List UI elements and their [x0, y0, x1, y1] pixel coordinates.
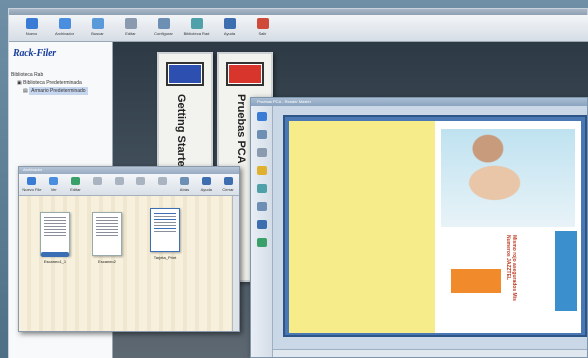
library-icon [190, 18, 203, 29]
folder-toolbar: Nuevo File Ver Editar Atrás Ayuda Cerrar [19, 174, 239, 196]
page-left[interactable] [289, 121, 435, 333]
folder-toolbar-label: Cerrar [222, 187, 234, 192]
zoom-icon[interactable] [256, 130, 267, 139]
folder-toolbar-button[interactable]: Cerrar [217, 174, 239, 195]
toolbar-button-label: Buscar [91, 31, 104, 36]
toolbar-icon [158, 177, 168, 185]
folder-toolbar-button[interactable]: Ver [43, 174, 65, 195]
reader-window: Pruebas PCA - Reader Master Mismo rojo a… [250, 97, 588, 358]
ad-side-panel [555, 231, 577, 311]
folder-toolbar-button[interactable]: Editar [65, 174, 87, 195]
folder-toolbar-button[interactable]: Ayuda [195, 174, 217, 195]
crop-icon[interactable] [256, 202, 267, 211]
toolbar-button-label: Ayuda [223, 31, 236, 36]
folder-content: Escaneo1_1 Escaneo2 Tarjeta_Print [19, 196, 239, 331]
export-icon[interactable] [256, 220, 267, 229]
tree-item-label: Armario Predeterminado [29, 87, 88, 95]
document-item[interactable]: Escaneo2 [89, 212, 125, 264]
document-item[interactable]: Tarjeta_Print [147, 208, 183, 260]
toolbar-button-exit[interactable]: Salir [246, 15, 279, 41]
toolbar-button-label: Salir [258, 31, 267, 36]
toolbar-button-archive[interactable]: Archivador [48, 15, 81, 41]
toolbar-icon [114, 177, 124, 185]
ad-orange-box [451, 269, 501, 293]
library-tree: Biblioteca Rab ▣ Biblioteca Predetermina… [11, 71, 112, 95]
toolbar-button-help[interactable]: Ayuda [213, 15, 246, 41]
tree-item-library-root[interactable]: Biblioteca Rab [11, 71, 112, 79]
book-spread: Mismo rojo asegurados Mis Numeros JAZZTE… [283, 115, 587, 337]
binder-label-tab [166, 62, 204, 86]
toolbar-button-settings[interactable]: Configurar [147, 15, 180, 41]
ad-text: Mismo rojo asegurados Mis Numeros JAZZTE… [505, 235, 517, 301]
folder-toolbar-button[interactable] [86, 174, 108, 195]
toolbar-icon [27, 177, 37, 185]
toolbar-button-label: Editar [125, 31, 136, 36]
ad-photo [441, 129, 575, 227]
exit-icon [256, 18, 269, 29]
tree-item-default-library[interactable]: ▣ Biblioteca Predeterminada [11, 79, 112, 87]
document-badge [41, 252, 69, 257]
document-thumbnail [150, 208, 180, 252]
toolbar-button-label: Archivador [54, 31, 75, 36]
folder-toolbar-button[interactable]: Nuevo File [21, 174, 43, 195]
reader-status-bar [273, 349, 587, 357]
toolbar-button-label: Nuevo [25, 31, 38, 36]
reader-window-title: Pruebas PCA - Reader Master [251, 98, 587, 106]
toolbar-icon [179, 177, 189, 185]
binder-label-tab [226, 62, 264, 86]
document-name: Escaneo2 [98, 259, 116, 264]
tree-item-label: Biblioteca Predeterminada [23, 80, 82, 86]
toolbar-button-search[interactable]: Buscar [81, 15, 114, 41]
app-logo: Rack-Filer [13, 48, 56, 59]
toolbar-icon [136, 177, 146, 185]
new-icon [25, 18, 38, 29]
folder-toolbar-label: Editar [70, 187, 81, 192]
binder-spine-title: Pruebas PCA [235, 94, 247, 164]
main-toolbar: Nuevo Archivador Buscar Editar Configurar Bib… [9, 15, 588, 42]
folder-toolbar-label: Atrás [179, 187, 190, 192]
toolbar-icon [70, 177, 80, 185]
toolbar-icon [92, 177, 102, 185]
document-name: Escaneo1_1 [43, 259, 67, 264]
toolbar-button-label: Configurar [154, 31, 173, 36]
settings-icon [157, 18, 170, 29]
folder-toolbar-label: Ayuda [200, 187, 212, 192]
folder-toolbar-label: Ver [50, 187, 57, 192]
folder-window: Archivador Nuevo File Ver Editar Atrás Ayuda… [18, 166, 240, 332]
note-icon[interactable] [256, 166, 267, 175]
tree-item-default-cabinet[interactable]: ▤ Armario Predeterminado [11, 87, 112, 95]
toolbar-button-library[interactable]: Biblioteca Rad [180, 15, 213, 41]
mail-icon[interactable] [256, 238, 267, 247]
document-name: Tarjeta_Print [153, 255, 177, 260]
archive-icon [58, 18, 71, 29]
toolbar-button-label: Biblioteca Rad [183, 31, 210, 36]
ad-block: Mismo rojo asegurados Mis Numeros JAZZTE… [441, 229, 551, 313]
page-right[interactable]: Mismo rojo asegurados Mis Numeros JAZZTE… [435, 121, 581, 333]
help-icon [223, 18, 236, 29]
folder-toolbar-label: Nuevo File [22, 187, 42, 192]
search-icon [91, 18, 104, 29]
document-item[interactable]: Escaneo1_1 [37, 212, 73, 264]
folder-toolbar-button[interactable] [108, 174, 130, 195]
folder-toolbar-button[interactable] [130, 174, 152, 195]
reader-side-toolbar [251, 106, 273, 357]
page-icon[interactable] [256, 112, 267, 121]
toolbar-button-new[interactable]: Nuevo [15, 15, 48, 41]
folder-toolbar-button[interactable] [152, 174, 174, 195]
document-thumbnail [92, 212, 122, 256]
binder-spine-title: Getting Started [175, 94, 187, 174]
document-thumbnail [40, 212, 70, 256]
rotate-icon[interactable] [256, 184, 267, 193]
folder-toolbar-button[interactable]: Atrás [174, 174, 196, 195]
toolbar-icon [49, 177, 59, 185]
folder-scrollbar[interactable] [232, 196, 239, 331]
binder-color-swatch [169, 65, 201, 83]
edit-icon [124, 18, 137, 29]
print-icon[interactable] [256, 148, 267, 157]
toolbar-icon [223, 177, 233, 185]
toolbar-button-edit[interactable]: Editar [114, 15, 147, 41]
folder-window-title: Archivador [19, 167, 239, 174]
binder-color-swatch [229, 65, 261, 83]
toolbar-icon [201, 177, 211, 185]
